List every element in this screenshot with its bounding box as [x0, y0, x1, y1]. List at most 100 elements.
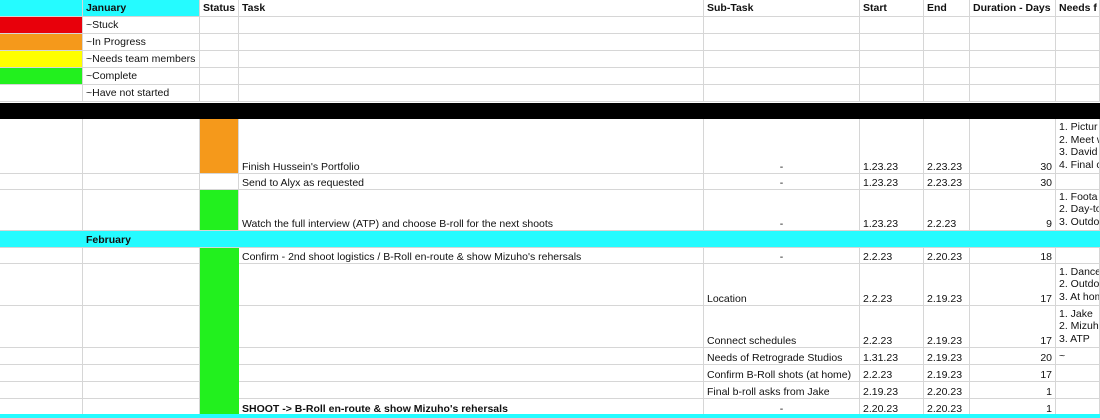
duration-cell[interactable]: 30	[970, 174, 1056, 190]
empty-cell[interactable]	[970, 51, 1056, 68]
subtask-cell[interactable]: -	[704, 248, 860, 264]
legend-swatch[interactable]	[0, 17, 83, 34]
subtask-header[interactable]: Sub-Task	[704, 0, 860, 17]
subtask-cell[interactable]: -	[704, 119, 860, 174]
status-indicator[interactable]	[200, 174, 239, 190]
needs-cell[interactable]	[1056, 248, 1100, 264]
empty-cell[interactable]	[0, 365, 83, 382]
needs-cell[interactable]	[1056, 382, 1100, 399]
end-header[interactable]: End	[924, 0, 970, 17]
empty-cell[interactable]	[83, 306, 200, 348]
empty-cell[interactable]	[1056, 68, 1100, 85]
task-cell[interactable]	[239, 306, 704, 348]
start-cell[interactable]: 2.2.23	[860, 365, 924, 382]
empty-cell[interactable]	[1056, 17, 1100, 34]
empty-cell[interactable]	[970, 17, 1056, 34]
empty-cell[interactable]	[239, 34, 704, 51]
needs-header[interactable]: Needs f	[1056, 0, 1100, 17]
needs-cell[interactable]: 1. Dance 2. Outdo 3. At hom	[1056, 264, 1100, 306]
empty-cell[interactable]	[239, 17, 704, 34]
start-cell[interactable]: 1.23.23	[860, 119, 924, 174]
subtask-cell[interactable]: -	[704, 190, 860, 231]
needs-cell[interactable]: 1. Foota 2. Day-to 3. Outdo	[1056, 190, 1100, 231]
end-cell[interactable]: 2.23.23	[924, 119, 970, 174]
month-header[interactable]: January	[83, 0, 200, 17]
end-cell[interactable]: 2.20.23	[924, 382, 970, 399]
empty-cell[interactable]	[924, 68, 970, 85]
subtask-cell[interactable]: Connect schedules	[704, 306, 860, 348]
empty-cell[interactable]	[0, 119, 83, 174]
subtask-cell[interactable]: Final b-roll asks from Jake	[704, 382, 860, 399]
empty-cell[interactable]	[0, 264, 83, 306]
start-cell[interactable]: 2.2.23	[860, 264, 924, 306]
empty-cell[interactable]	[0, 248, 83, 264]
needs-cell[interactable]	[1056, 174, 1100, 190]
task-cell[interactable]: Send to Alyx as requested	[239, 174, 704, 190]
task-cell[interactable]	[239, 365, 704, 382]
empty-cell[interactable]	[860, 51, 924, 68]
task-cell[interactable]: Watch the full interview (ATP) and choos…	[239, 190, 704, 231]
start-header[interactable]: Start	[860, 0, 924, 17]
empty-cell[interactable]	[860, 34, 924, 51]
empty-cell[interactable]	[1056, 34, 1100, 51]
empty-cell[interactable]	[0, 348, 83, 365]
status-header[interactable]: Status	[200, 0, 239, 17]
subtask-cell[interactable]: Needs of Retrograde Studios	[704, 348, 860, 365]
subtask-cell[interactable]: Confirm B-Roll shots (at home)	[704, 365, 860, 382]
empty-cell[interactable]	[200, 85, 239, 102]
empty-cell[interactable]	[0, 174, 83, 190]
empty-cell[interactable]	[860, 85, 924, 102]
empty-cell[interactable]	[239, 85, 704, 102]
empty-cell[interactable]	[83, 248, 200, 264]
february-band[interactable]	[0, 231, 1100, 248]
start-cell[interactable]: 1.23.23	[860, 174, 924, 190]
end-cell[interactable]: 2.19.23	[924, 264, 970, 306]
legend-label[interactable]: ~Needs team members	[83, 51, 200, 68]
legend-swatch[interactable]	[0, 34, 83, 51]
subtask-cell[interactable]: -	[704, 174, 860, 190]
empty-cell[interactable]	[83, 264, 200, 306]
empty-cell[interactable]	[200, 34, 239, 51]
legend-label[interactable]: ~Stuck	[83, 17, 200, 34]
empty-cell[interactable]	[200, 51, 239, 68]
empty-cell[interactable]	[239, 51, 704, 68]
empty-cell[interactable]	[704, 68, 860, 85]
needs-cell[interactable]	[1056, 365, 1100, 382]
start-cell[interactable]: 2.2.23	[860, 306, 924, 348]
empty-cell[interactable]	[83, 119, 200, 174]
empty-cell[interactable]	[704, 34, 860, 51]
duration-cell[interactable]: 17	[970, 365, 1056, 382]
duration-cell[interactable]: 30	[970, 119, 1056, 174]
end-cell[interactable]: 2.2.23	[924, 190, 970, 231]
duration-cell[interactable]: 1	[970, 382, 1056, 399]
task-cell[interactable]	[239, 382, 704, 399]
subtask-cell[interactable]: Location	[704, 264, 860, 306]
legend-swatch[interactable]	[0, 51, 83, 68]
start-cell[interactable]: 2.19.23	[860, 382, 924, 399]
empty-cell[interactable]	[200, 68, 239, 85]
task-cell[interactable]	[239, 348, 704, 365]
needs-cell[interactable]: 1. Pictur 2. Meet w 3. David 4. Final c	[1056, 119, 1100, 174]
duration-cell[interactable]: 18	[970, 248, 1056, 264]
empty-cell[interactable]	[0, 382, 83, 399]
task-cell[interactable]: Finish Hussein's Portfolio	[239, 119, 704, 174]
end-cell[interactable]: 2.20.23	[924, 248, 970, 264]
task-cell[interactable]: Confirm - 2nd shoot logistics / B-Roll e…	[239, 248, 704, 264]
start-cell[interactable]: 1.23.23	[860, 190, 924, 231]
empty-cell[interactable]	[970, 34, 1056, 51]
empty-cell[interactable]	[924, 51, 970, 68]
empty-cell[interactable]	[1056, 85, 1100, 102]
empty-cell[interactable]	[704, 17, 860, 34]
empty-cell[interactable]	[200, 17, 239, 34]
legend-swatch[interactable]	[0, 68, 83, 85]
status-indicator[interactable]	[200, 190, 239, 231]
duration-cell[interactable]: 9	[970, 190, 1056, 231]
empty-cell[interactable]	[0, 306, 83, 348]
empty-cell[interactable]	[83, 190, 200, 231]
empty-cell[interactable]	[1056, 51, 1100, 68]
status-indicator[interactable]	[200, 399, 239, 415]
start-cell[interactable]: 2.2.23	[860, 248, 924, 264]
task-header[interactable]: Task	[239, 0, 704, 17]
duration-cell[interactable]: 17	[970, 306, 1056, 348]
end-cell[interactable]: 2.19.23	[924, 365, 970, 382]
